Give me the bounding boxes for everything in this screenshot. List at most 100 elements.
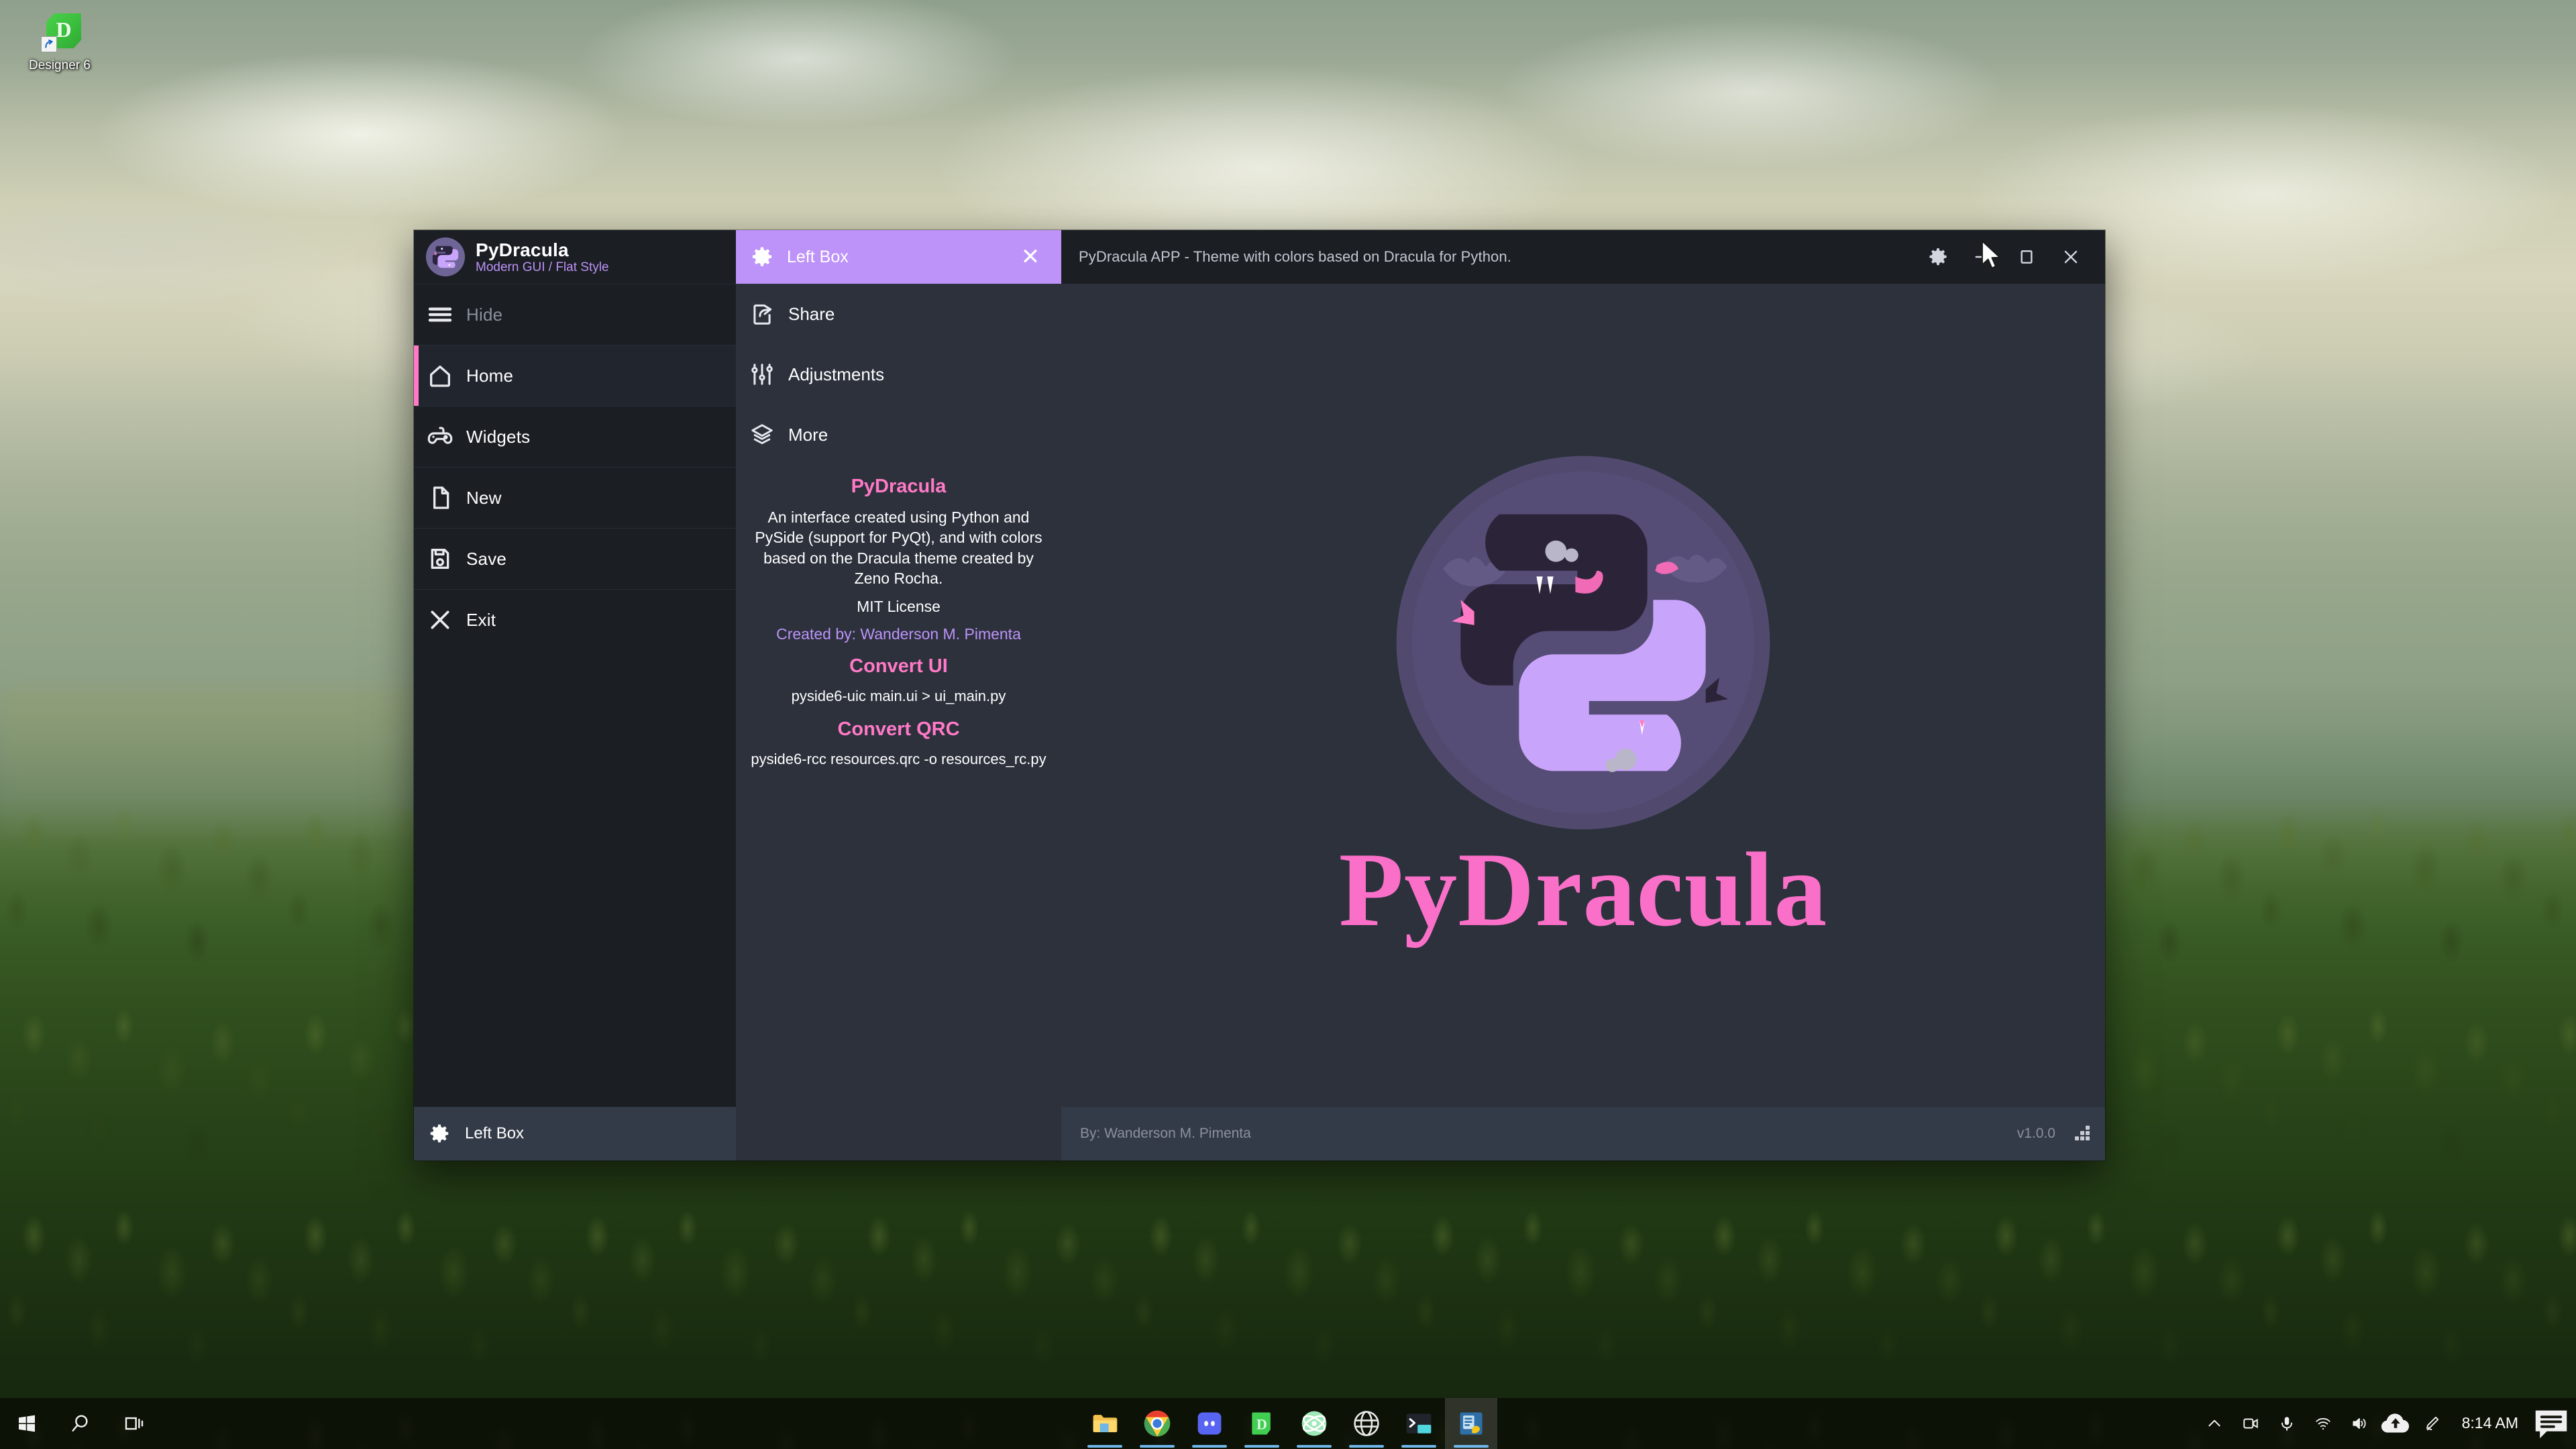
taskbar-running-indicator	[1401, 1445, 1436, 1448]
taskbar-app-atom[interactable]	[1288, 1398, 1340, 1449]
left-box-item-adjustments[interactable]: Adjustments	[736, 344, 1061, 405]
taskbar-running-indicator	[1087, 1445, 1122, 1448]
sidebar-item-new[interactable]: New	[414, 468, 736, 528]
status-right: By: Wanderson M. Pimenta v1.0.0	[1061, 1107, 2105, 1161]
layers-icon	[736, 422, 788, 447]
left-box-header: Left Box ✕	[736, 230, 1061, 284]
sidebar-item-exit[interactable]: Exit	[414, 590, 736, 650]
pydracula-window: PyDracula Modern GUI / Flat Style Hide H…	[414, 230, 2105, 1161]
sidebar-item-widgets-label: Widgets	[466, 426, 531, 447]
sidebar-item-save[interactable]: Save	[414, 529, 736, 589]
minimize-button[interactable]	[1960, 235, 2004, 279]
status-version: v1.0.0	[2017, 1126, 2055, 1141]
atom-icon	[1299, 1409, 1329, 1438]
sidebar-item-exit-label: Exit	[466, 609, 496, 630]
info-license: MIT License	[857, 598, 941, 616]
globe-icon	[1352, 1409, 1381, 1438]
left-box-item-more-label: More	[788, 424, 828, 445]
save-icon	[414, 545, 466, 572]
taskbar-app-qt-creator[interactable]	[1445, 1398, 1497, 1449]
taskbar-clock[interactable]: 8:14 AM	[2450, 1415, 2530, 1432]
close-button[interactable]	[2049, 235, 2093, 279]
status-credits: By: Wanderson M. Pimenta	[1080, 1126, 1251, 1141]
sliders-icon	[736, 362, 788, 387]
notification-icon[interactable]	[2530, 1398, 2572, 1449]
qt-icon	[1456, 1409, 1486, 1438]
brand-subtitle: Modern GUI / Flat Style	[476, 260, 609, 274]
status-spacer	[736, 1107, 1061, 1161]
cloud-icon[interactable]	[2377, 1398, 2414, 1449]
task-view-icon[interactable]	[107, 1398, 161, 1449]
left-box-item-more[interactable]: More	[736, 405, 1061, 465]
menu-toggle-label: Hide	[466, 304, 503, 325]
left-box-info: PyDracula An interface created using Pyt…	[736, 465, 1061, 771]
menu-toggle-hide[interactable]: Hide	[414, 284, 736, 345]
window-title: PyDracula APP - Theme with colors based …	[1079, 248, 1511, 265]
desktop-icon-label: Designer 6	[29, 58, 91, 72]
taskbar-app-terminal[interactable]	[1393, 1398, 1445, 1449]
terminal-icon	[1404, 1409, 1434, 1438]
taskbar-app-designer[interactable]: D	[1236, 1398, 1288, 1449]
wifi-icon[interactable]	[2305, 1398, 2341, 1449]
hamburger-icon	[414, 301, 466, 328]
page-title: PyDracula	[1338, 830, 1828, 949]
info-code-convert-ui: pyside6-uic main.ui > ui_main.py	[791, 688, 1006, 705]
taskbar-app-discord[interactable]	[1183, 1398, 1236, 1449]
left-box-item-share[interactable]: Share	[736, 284, 1061, 344]
taskbar-app-file-explorer[interactable]	[1079, 1398, 1131, 1449]
windows-taskbar: D 8:14 AM	[0, 1398, 2576, 1449]
pydracula-logo-large-icon	[1389, 448, 1778, 837]
left-box-panel: Left Box ✕ Share Adjustments More PyDrac…	[736, 230, 1061, 1107]
sidebar-item-home[interactable]: Home	[414, 345, 736, 406]
info-heading-convert-qrc: Convert QRC	[837, 718, 960, 741]
taskbar-running-indicator	[1297, 1445, 1332, 1448]
taskbar-running-indicator	[1140, 1445, 1175, 1448]
share-icon	[736, 301, 788, 327]
pen-icon[interactable]	[2414, 1398, 2450, 1449]
start-icon[interactable]	[0, 1398, 54, 1449]
left-box-item-share-label: Share	[788, 303, 835, 324]
window-body: PyDracula Modern GUI / Flat Style Hide H…	[414, 230, 2105, 1107]
chevron-up-icon[interactable]	[2196, 1398, 2233, 1449]
info-heading-pydracula: PyDracula	[851, 476, 947, 497]
taskbar-running-indicator	[1192, 1445, 1227, 1448]
gear-icon	[429, 1123, 450, 1144]
designer-icon: D	[1247, 1409, 1277, 1438]
microphone-icon[interactable]	[2269, 1398, 2305, 1449]
resize-grip-icon[interactable]	[2073, 1125, 2090, 1142]
info-code-convert-qrc: pyside6-rcc resources.qrc -o resources_r…	[751, 751, 1046, 768]
left-box-title: Left Box	[787, 247, 849, 266]
taskbar-app-browser[interactable]	[1340, 1398, 1393, 1449]
menu-spacer	[414, 650, 736, 1107]
app-brand: PyDracula Modern GUI / Flat Style	[414, 230, 736, 284]
window-titlebar[interactable]: PyDracula APP - Theme with colors based …	[1061, 230, 2105, 284]
sidebar-item-home-label: Home	[466, 365, 514, 386]
camera-icon[interactable]	[2233, 1398, 2269, 1449]
discord-icon	[1195, 1409, 1224, 1438]
content-column: PyDracula APP - Theme with colors based …	[1061, 230, 2105, 1107]
taskbar-left	[0, 1398, 161, 1449]
svg-text:D: D	[1256, 1415, 1267, 1432]
left-menu-panel: PyDracula Modern GUI / Flat Style Hide H…	[414, 230, 736, 1107]
taskbar-running-indicator	[1454, 1445, 1489, 1448]
status-left-box-button[interactable]: Left Box	[414, 1107, 736, 1161]
desktop-icon-designer6[interactable]: D Designer 6	[13, 11, 106, 72]
file-icon	[414, 484, 466, 511]
taskbar-running-indicator	[1244, 1445, 1279, 1448]
info-heading-convert-ui: Convert UI	[849, 655, 948, 678]
taskbar-running-indicator	[1349, 1445, 1384, 1448]
shortcut-arrow-icon	[41, 36, 57, 52]
designer-icon: D	[37, 11, 83, 55]
chrome-icon	[1142, 1409, 1172, 1438]
maximize-button[interactable]	[2004, 235, 2049, 279]
taskbar-app-chrome[interactable]	[1131, 1398, 1183, 1449]
settings-button[interactable]	[1916, 235, 1960, 279]
gear-icon	[751, 246, 773, 268]
sidebar-item-widgets[interactable]: Widgets	[414, 407, 736, 467]
speaker-icon[interactable]	[2341, 1398, 2377, 1449]
search-icon[interactable]	[54, 1398, 107, 1449]
system-tray: 8:14 AM	[2196, 1398, 2576, 1449]
folder-icon	[1090, 1409, 1120, 1438]
left-box-close-icon[interactable]: ✕	[1017, 244, 1044, 270]
close-icon	[414, 606, 466, 633]
